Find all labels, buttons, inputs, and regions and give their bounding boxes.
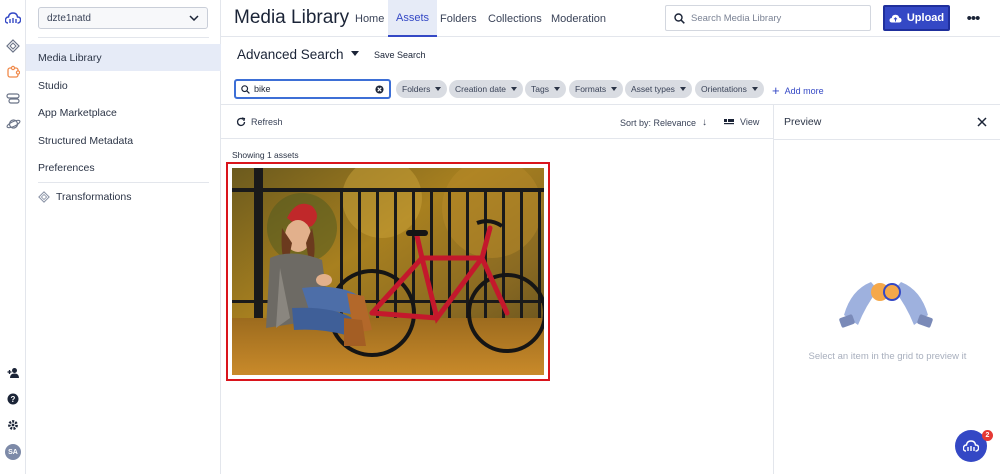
- page-title: Media Library: [234, 7, 350, 28]
- sidebar-item-preferences[interactable]: Preferences: [26, 154, 221, 181]
- filter-chip-label: Asset types: [631, 84, 675, 94]
- filter-chip-folders[interactable]: Folders: [396, 80, 448, 98]
- asset-thumbnail[interactable]: [232, 168, 544, 375]
- sidebar-item-transformations[interactable]: Transformations: [26, 183, 221, 210]
- sidebar-item-structured-metadata[interactable]: Structured Metadata: [26, 127, 221, 154]
- add-more-filters-button[interactable]: + Add more: [772, 83, 824, 98]
- planet-icon[interactable]: [5, 116, 21, 132]
- filter-chip-label: Tags: [531, 84, 549, 94]
- tab-moderation[interactable]: Moderation: [551, 0, 606, 37]
- caret-down-icon: [611, 87, 618, 91]
- icon-rail: ? SA: [0, 0, 26, 474]
- stack-icon[interactable]: [5, 90, 21, 106]
- preview-placeholder-illustration: [839, 282, 933, 328]
- preview-panel: Preview Select an item in the grid to pr…: [773, 104, 1000, 474]
- keyword-filter-value: bike: [254, 84, 271, 94]
- filter-chip-orientations[interactable]: Orientations: [695, 80, 764, 98]
- sidebar-item-label: Media Library: [38, 51, 102, 64]
- filter-chip-asset-types[interactable]: Asset types: [625, 80, 692, 98]
- preview-empty-message: Select an item in the grid to preview it: [808, 351, 967, 362]
- search-icon: [241, 84, 250, 94]
- view-button[interactable]: View: [724, 117, 759, 127]
- sidebar-item-media-library[interactable]: Media Library: [26, 44, 221, 71]
- results-toolbar: Refresh Sort by: Relevance ↓ View: [221, 104, 773, 139]
- filter-chip-creation-date[interactable]: Creation date: [449, 80, 524, 98]
- search-input[interactable]: Search Media Library: [665, 5, 871, 31]
- cloudinary-logo-icon: [963, 440, 979, 452]
- caret-down-icon: [553, 87, 560, 91]
- search-icon: [674, 12, 685, 24]
- svg-text:?: ?: [11, 395, 16, 404]
- preview-header: Preview: [774, 105, 1000, 140]
- refresh-icon: [236, 117, 246, 127]
- filter-chip-label: Orientations: [701, 84, 747, 94]
- avatar[interactable]: SA: [5, 444, 21, 460]
- sort-arrow-icon[interactable]: ↓: [702, 117, 707, 128]
- save-search-button[interactable]: Save Search: [374, 50, 426, 60]
- caret-down-icon[interactable]: [351, 51, 359, 56]
- preview-title: Preview: [784, 116, 822, 128]
- sidebar-item-label: Transformations: [56, 190, 132, 203]
- clear-icon[interactable]: [375, 84, 384, 94]
- caret-down-icon: [679, 87, 686, 91]
- header: Media Library Home Assets Folders Collec…: [221, 0, 1000, 37]
- refresh-label: Refresh: [251, 117, 283, 127]
- tab-collections[interactable]: Collections: [488, 0, 542, 37]
- chevron-down-icon: [189, 15, 199, 21]
- sidebar: dzte1natd Media Library Studio App Marke…: [26, 0, 221, 474]
- view-icon: [724, 118, 734, 124]
- add-more-label: Add more: [784, 85, 824, 96]
- upload-button[interactable]: Upload: [883, 5, 950, 31]
- more-options-icon[interactable]: •••: [961, 10, 985, 27]
- caret-down-icon: [751, 87, 758, 91]
- filter-chip-label: Formats: [575, 84, 607, 94]
- filter-chip-label: Creation date: [455, 84, 507, 94]
- environment-select[interactable]: dzte1natd: [38, 7, 208, 29]
- sort-label: Sort by: Relevance: [620, 117, 697, 128]
- sidebar-item-label: Preferences: [38, 161, 95, 174]
- keyword-filter-input[interactable]: bike: [234, 79, 391, 99]
- notification-badge: 2: [982, 430, 993, 441]
- avatar-initials: SA: [8, 448, 18, 456]
- results-count: Showing 1 assets: [232, 150, 299, 160]
- plus-icon: +: [772, 83, 780, 98]
- diamond-icon: [38, 190, 50, 203]
- sidebar-item-app-marketplace[interactable]: App Marketplace: [26, 99, 221, 126]
- upload-label: Upload: [906, 12, 945, 24]
- search-placeholder: Search Media Library: [691, 12, 782, 24]
- sidebar-item-studio[interactable]: Studio: [26, 72, 221, 99]
- filter-chip-tags[interactable]: Tags: [525, 80, 566, 98]
- sidebar-item-label: App Marketplace: [38, 106, 117, 119]
- filter-chip-formats[interactable]: Formats: [569, 80, 624, 98]
- help-icon[interactable]: ?: [5, 391, 21, 407]
- asset-card[interactable]: [226, 162, 550, 381]
- filter-chip-label: Folders: [402, 84, 431, 94]
- divider: [38, 37, 209, 38]
- sidebar-item-label: Structured Metadata: [38, 134, 134, 147]
- advanced-search-title[interactable]: Advanced Search: [237, 47, 344, 62]
- cloud-upload-icon: [889, 14, 902, 22]
- cloudinary-logo-icon[interactable]: [5, 10, 21, 26]
- tab-folders[interactable]: Folders: [440, 0, 477, 37]
- caret-down-icon: [435, 87, 442, 91]
- refresh-button[interactable]: Refresh: [236, 117, 283, 127]
- diamond-icon[interactable]: [5, 38, 21, 54]
- sort-dropdown[interactable]: Sort by: Relevance ↓: [620, 117, 707, 128]
- settings-icon[interactable]: [5, 417, 21, 433]
- add-user-icon[interactable]: [5, 365, 21, 381]
- tab-assets[interactable]: Assets: [388, 0, 438, 37]
- tab-home[interactable]: Home: [355, 0, 384, 37]
- caret-down-icon: [511, 87, 518, 91]
- close-icon[interactable]: [974, 114, 990, 130]
- environment-select-value: dzte1natd: [47, 12, 91, 24]
- view-label: View: [740, 117, 760, 127]
- sidebar-item-label: Studio: [38, 79, 68, 92]
- puzzle-icon[interactable]: [5, 64, 21, 80]
